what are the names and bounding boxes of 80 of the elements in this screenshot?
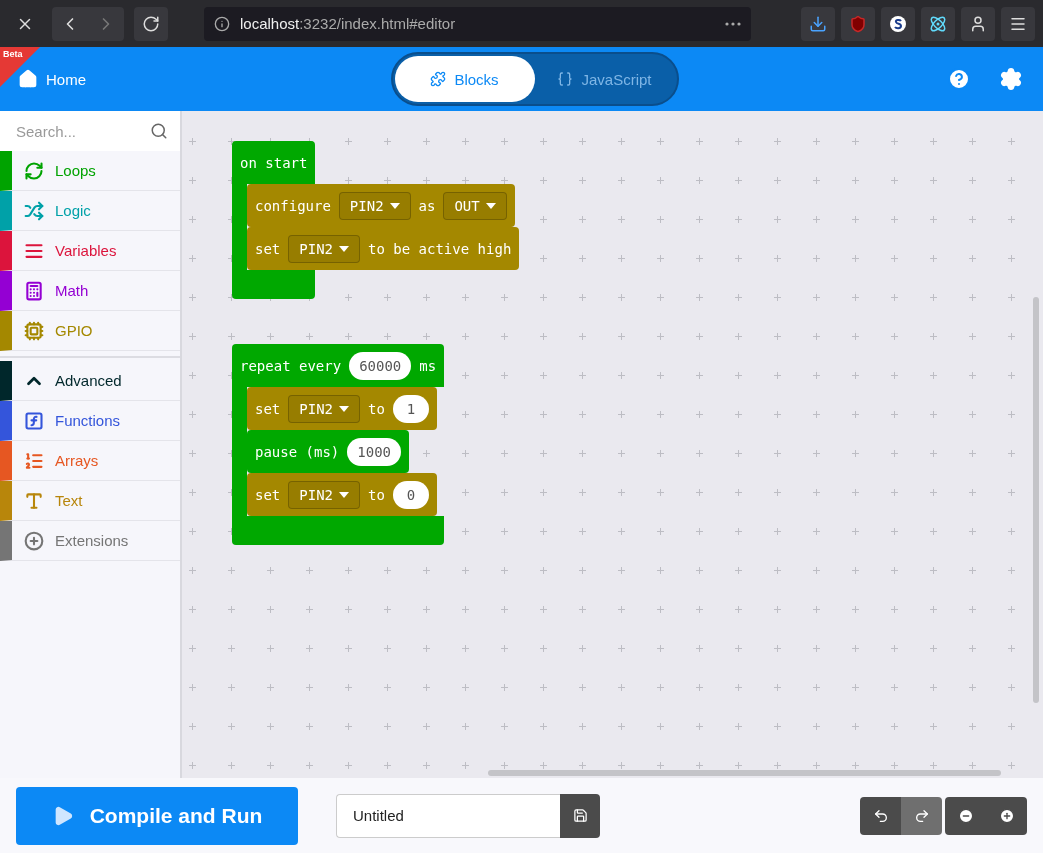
- save-button[interactable]: [560, 793, 600, 838]
- puzzle-icon: [430, 71, 447, 87]
- shield-icon: [849, 14, 867, 33]
- function-icon: [23, 410, 44, 431]
- block-label: repeat every: [240, 357, 342, 374]
- block-label: set: [255, 400, 281, 417]
- zoom-in-button[interactable]: [986, 796, 1027, 835]
- undo-button[interactable]: [860, 796, 901, 835]
- block-label: pause (ms): [255, 443, 340, 460]
- block-label: as: [418, 197, 436, 214]
- settings-icon: [999, 67, 1023, 91]
- search-icon: [150, 122, 168, 140]
- chip-icon: [23, 320, 44, 341]
- number-input[interactable]: 1: [392, 394, 429, 423]
- block-label: to: [368, 486, 385, 503]
- save-icon: [572, 808, 588, 823]
- home-icon: [18, 69, 38, 89]
- scrollbar-thumb[interactable]: [1033, 297, 1039, 703]
- text-icon: [23, 490, 44, 511]
- zoom-out-icon: [957, 807, 974, 824]
- statement-block[interactable]: set PIN2 to be active high: [247, 227, 520, 270]
- atom-icon: [929, 14, 947, 33]
- block-label: to be active high: [368, 240, 512, 257]
- number-input[interactable]: 0: [392, 480, 429, 509]
- reload-icon: [142, 14, 160, 33]
- zoom-out-button[interactable]: [945, 796, 986, 835]
- plus-circle-icon: [23, 530, 44, 551]
- statement-block[interactable]: set PIN2 to 0: [247, 473, 437, 516]
- statement-block[interactable]: pause (ms) 1000: [247, 430, 409, 473]
- extension-button[interactable]: [881, 6, 915, 41]
- block-dropdown[interactable]: PIN2: [288, 480, 360, 509]
- loop-arrow-icon: [23, 160, 44, 181]
- info-icon: [214, 15, 230, 32]
- download-icon: [809, 14, 827, 33]
- block-label: set: [255, 486, 281, 503]
- block-label: configure: [255, 197, 331, 214]
- block-header[interactable]: repeat every 60000 ms: [232, 344, 445, 387]
- user-icon: [969, 14, 987, 33]
- shuffle-icon: [23, 200, 44, 221]
- circle-s-icon: [889, 14, 907, 33]
- block-label: on start: [240, 154, 308, 171]
- scrollbar-thumb[interactable]: [488, 770, 1001, 776]
- block-label: to: [368, 400, 385, 417]
- numbered-list-icon: [23, 450, 44, 471]
- block-dropdown[interactable]: PIN2: [288, 394, 360, 423]
- project-name-field[interactable]: Untitled: [336, 793, 560, 838]
- statement-block[interactable]: configure PIN2 as OUT: [247, 184, 515, 227]
- search-field[interactable]: Search...: [0, 111, 180, 151]
- zoom-in-icon: [998, 807, 1015, 824]
- undo-icon: [872, 807, 889, 824]
- braces-icon: [557, 71, 574, 87]
- statement-block[interactable]: set PIN2 to 1: [247, 387, 437, 430]
- block-dropdown[interactable]: PIN2: [288, 234, 360, 263]
- caret-icon: [485, 202, 496, 209]
- block-label: ms: [419, 357, 437, 374]
- caret-icon: [389, 202, 400, 209]
- menu-button[interactable]: [1001, 6, 1035, 41]
- number-input[interactable]: 60000: [349, 351, 412, 380]
- caret-icon: [339, 405, 349, 412]
- block-label: set: [255, 240, 281, 257]
- block-dropdown[interactable]: OUT: [443, 191, 507, 220]
- number-input[interactable]: 1000: [347, 437, 401, 466]
- help-button[interactable]: [947, 67, 971, 91]
- compile-run-button[interactable]: Compile and Run: [16, 786, 298, 845]
- calculator-icon: [23, 280, 44, 301]
- download-button[interactable]: [801, 6, 835, 41]
- more-icon: [725, 21, 741, 26]
- caret-icon: [339, 491, 349, 498]
- address-bar[interactable]: localhost:3232/index.html#editor: [204, 6, 751, 41]
- reload-button[interactable]: [134, 6, 168, 41]
- redo-icon: [913, 807, 930, 824]
- block-header[interactable]: on start: [232, 141, 316, 184]
- extension-button[interactable]: [921, 6, 955, 41]
- caret-icon: [339, 245, 349, 252]
- block-dropdown[interactable]: PIN2: [338, 191, 411, 220]
- editor-tab[interactable]: Blocks: [394, 56, 535, 102]
- help-icon: [947, 67, 971, 91]
- settings-button[interactable]: [999, 67, 1023, 91]
- editor-tab[interactable]: JavaScript: [534, 56, 675, 102]
- extension-button[interactable]: [961, 6, 995, 41]
